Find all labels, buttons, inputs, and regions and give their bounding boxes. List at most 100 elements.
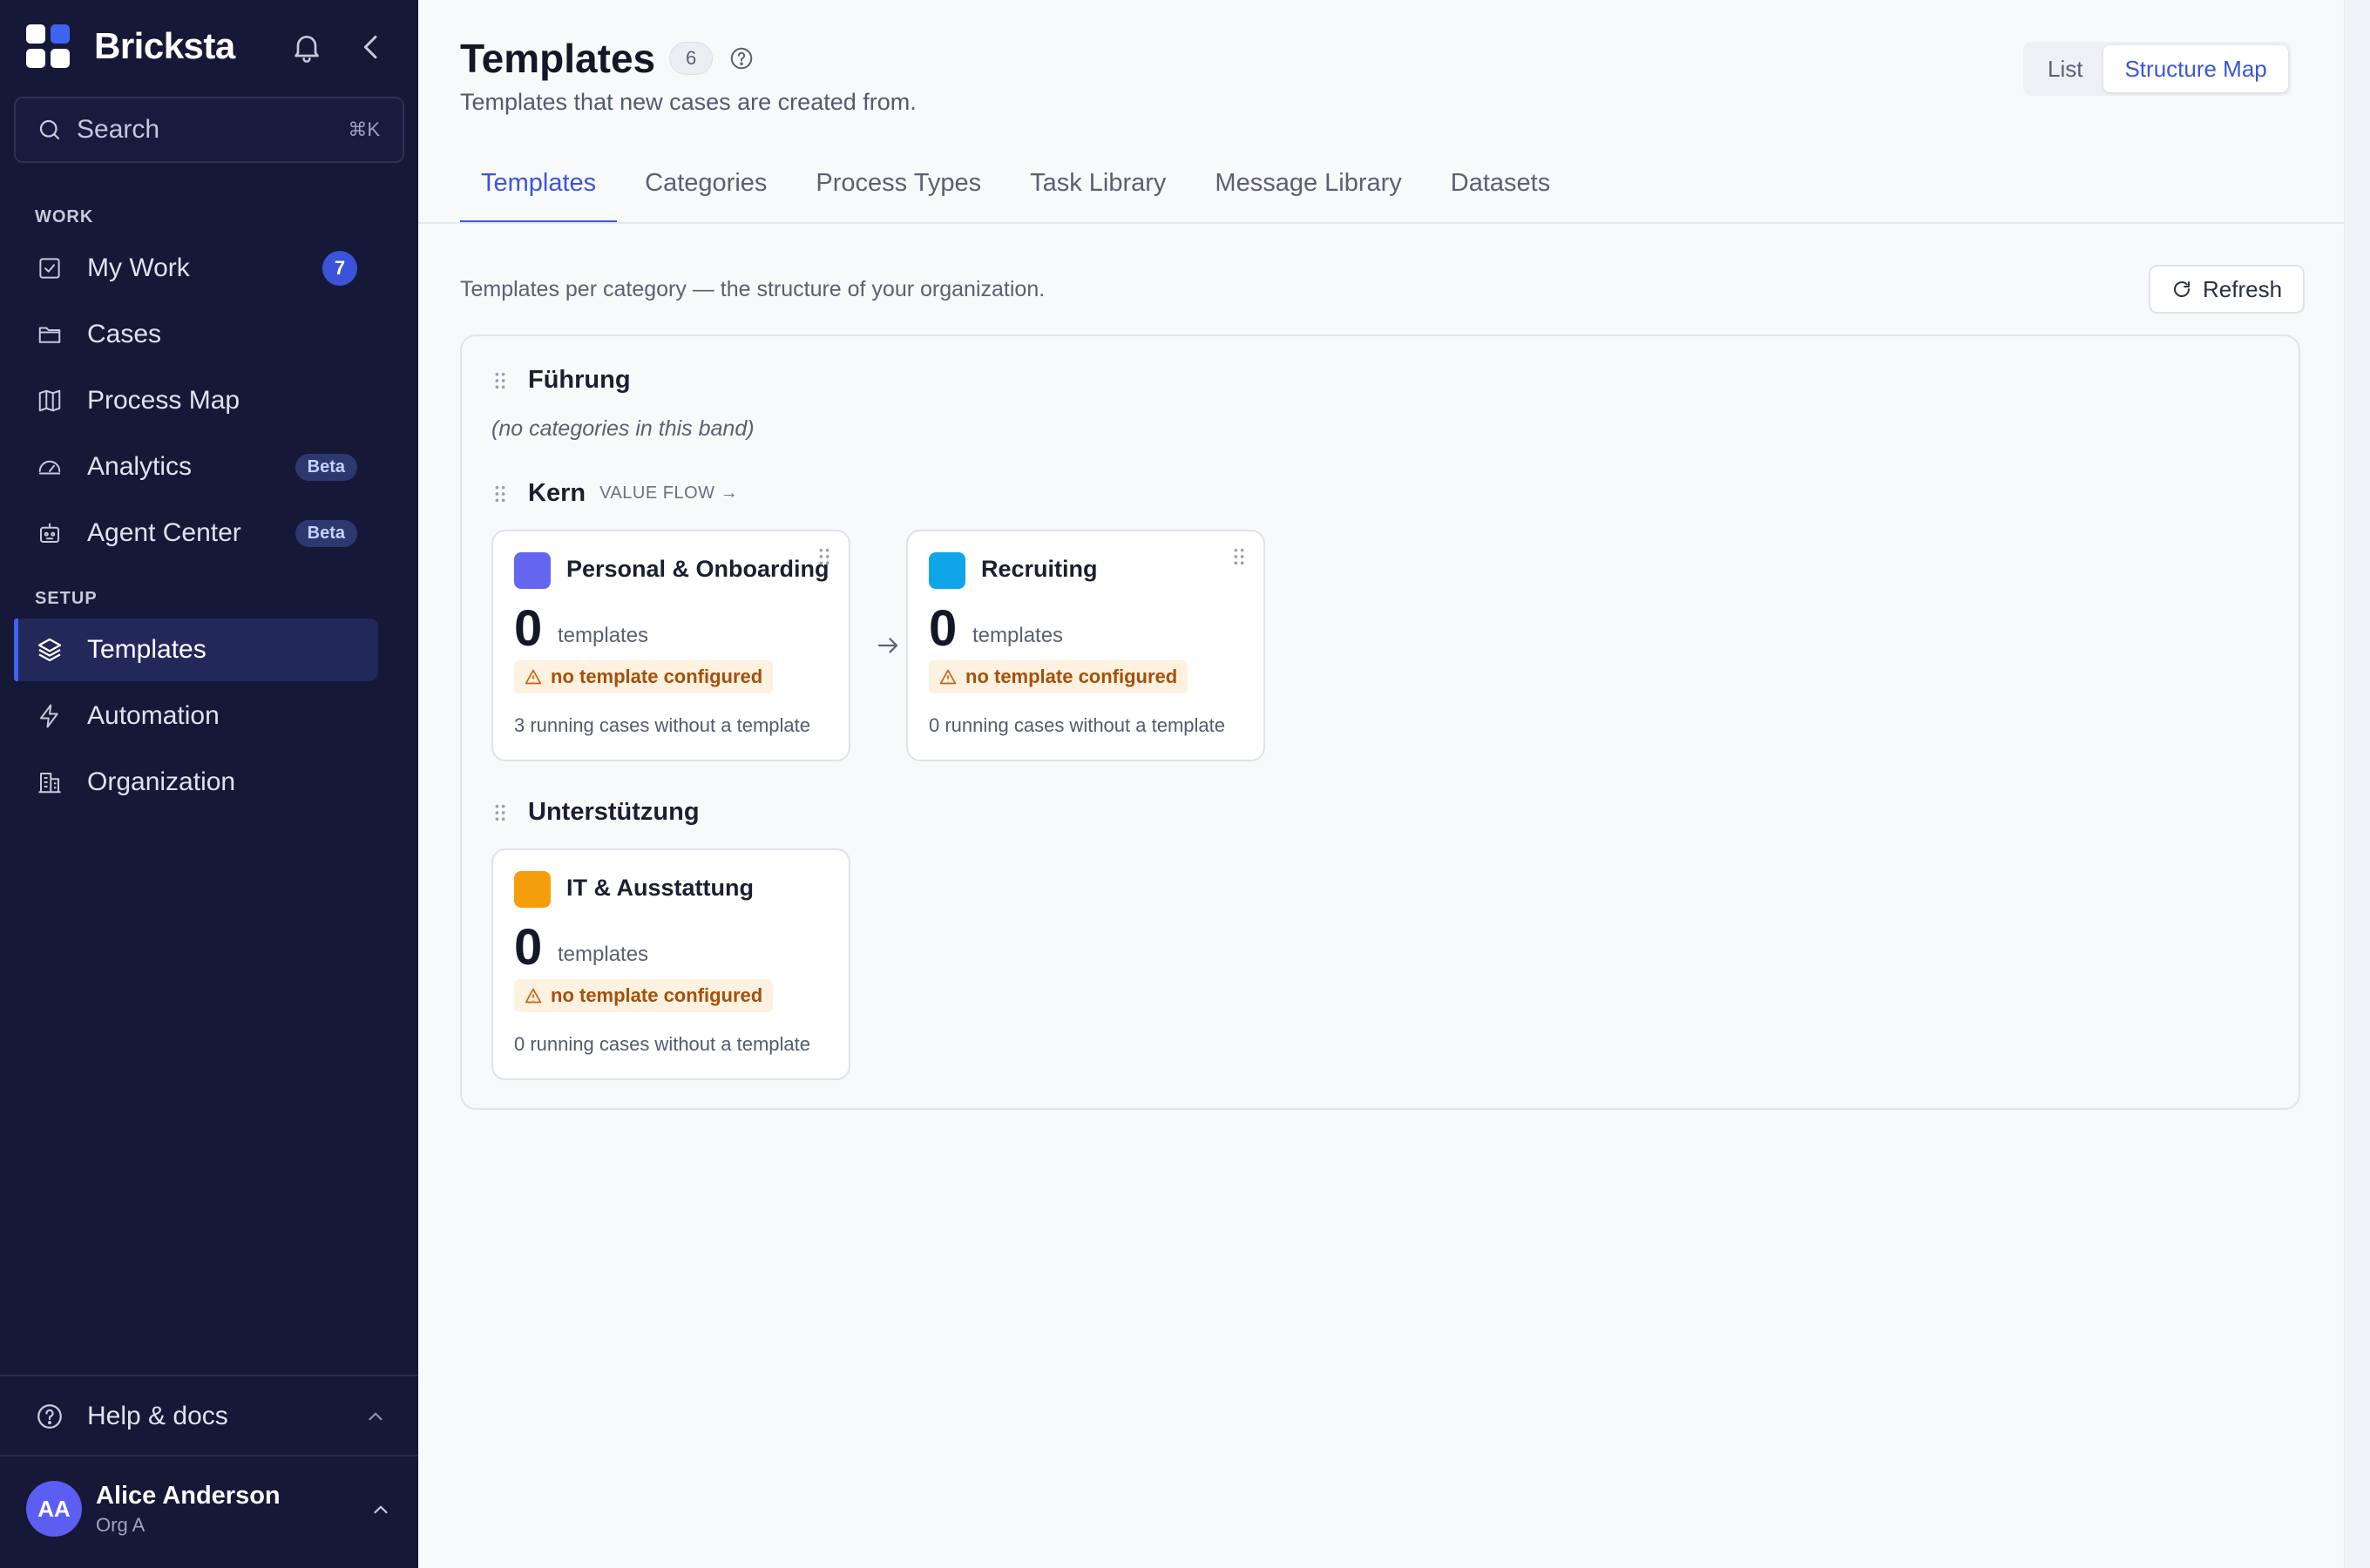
warning-text: no template configured: [551, 984, 763, 1006]
sidebar-item-help-docs[interactable]: Help & docs: [14, 1385, 404, 1448]
band-empty-text: (no categories in this band): [491, 416, 755, 441]
lightning-icon: [35, 701, 64, 731]
main-content: Templates 6 Templates that new cases are…: [418, 0, 2344, 1568]
template-count-unit: templates: [558, 943, 649, 966]
drag-handle-icon[interactable]: [493, 484, 507, 504]
sidebar-item-label: Process Map: [87, 386, 240, 415]
search-box[interactable]: ⌘K: [14, 97, 404, 163]
refresh-label: Refresh: [2203, 275, 2283, 302]
scrollbar-track[interactable]: [2344, 0, 2370, 1568]
warning-text: no template configured: [965, 666, 1178, 687]
running-cases-text: 0 running cases without a template: [514, 1033, 810, 1055]
robot-icon: [35, 518, 64, 548]
templates-count-badge: 6: [669, 42, 714, 75]
category-card-it-ausstattung[interactable]: IT & Ausstattung 0 templates no template…: [491, 848, 850, 1080]
band-header-fuehrung[interactable]: Führung: [493, 366, 631, 395]
running-cases-text: 3 running cases without a template: [514, 714, 810, 736]
view-structure-map-button[interactable]: Structure Map: [2103, 45, 2288, 92]
analytics-beta-badge: Beta: [295, 453, 357, 481]
refresh-button[interactable]: Refresh: [2149, 265, 2306, 314]
sidebar-item-label: My Work: [87, 253, 190, 282]
help-docs-label: Help & docs: [87, 1402, 228, 1430]
drag-handle-icon[interactable]: [1232, 547, 1246, 566]
view-list-button[interactable]: List: [2027, 45, 2103, 92]
search-shortcut: ⌘K: [348, 118, 380, 140]
sidebar-item-cases[interactable]: Cases: [14, 303, 378, 366]
search-input[interactable]: [77, 115, 329, 145]
help-circle-icon[interactable]: [728, 45, 755, 71]
category-card-recruiting[interactable]: Recruiting 0 templates no template confi…: [906, 530, 1265, 761]
page-subtitle: Templates that new cases are created fro…: [460, 89, 917, 115]
category-color-swatch: [929, 552, 965, 589]
sidebar: Bricksta ⌘K WORK My Work 7 Cases Process…: [0, 0, 418, 1568]
template-count-unit: templates: [558, 624, 649, 647]
band-header-kern[interactable]: Kern VALUE FLOW →: [493, 479, 738, 508]
collapse-sidebar-chevron-left-icon[interactable]: [354, 30, 389, 64]
sidebar-item-analytics[interactable]: Analytics Beta: [14, 436, 378, 498]
drag-handle-icon[interactable]: [493, 371, 507, 390]
tab-process-types[interactable]: Process Types: [795, 157, 1002, 223]
tab-task-library[interactable]: Task Library: [1009, 157, 1187, 223]
band-name: Unterstützung: [528, 798, 700, 826]
section-label-work: WORK: [35, 207, 94, 226]
brand-name: Bricksta: [94, 25, 235, 66]
footer-divider: [0, 1375, 418, 1376]
tab-datasets[interactable]: Datasets: [1430, 157, 1571, 223]
warning-triangle-icon: [525, 988, 542, 1004]
category-name: IT & Ausstattung: [566, 875, 754, 901]
sidebar-item-process-map[interactable]: Process Map: [14, 369, 378, 432]
sidebar-item-automation[interactable]: Automation: [14, 685, 378, 747]
structure-map-panel: Führung (no categories in this band) Ker…: [460, 335, 2300, 1110]
no-template-warning: no template configured: [514, 660, 774, 693]
map-icon: [35, 386, 64, 416]
brand[interactable]: Bricksta: [26, 24, 235, 68]
category-name: Personal & Onboarding: [566, 556, 830, 582]
sidebar-item-label: Templates: [87, 635, 207, 664]
avatar: AA: [26, 1481, 82, 1537]
page-title: Templates: [460, 36, 656, 81]
building-icon: [35, 767, 64, 797]
warning-triangle-icon: [939, 669, 957, 685]
user-menu[interactable]: AA Alice Anderson Org A: [26, 1481, 392, 1537]
notifications-bell-icon[interactable]: [289, 30, 324, 64]
running-cases-text: 0 running cases without a template: [929, 714, 1225, 736]
user-org: Org A: [96, 1513, 146, 1536]
sidebar-item-label: Organization: [87, 767, 236, 796]
drag-handle-icon[interactable]: [817, 547, 831, 566]
no-template-warning: no template configured: [514, 979, 774, 1012]
template-count: 0: [929, 600, 958, 657]
sidebar-item-label: Agent Center: [87, 518, 241, 547]
user-name: Alice Anderson: [96, 1481, 281, 1510]
checkbox-icon: [35, 253, 64, 283]
category-color-swatch: [514, 871, 551, 908]
category-name: Recruiting: [981, 556, 1098, 582]
chevron-up-icon: [369, 1412, 383, 1421]
category-card-personal-onboarding[interactable]: Personal & Onboarding 0 templates no tem…: [491, 530, 850, 761]
value-flow-label: VALUE FLOW →: [599, 483, 739, 503]
tab-categories[interactable]: Categories: [624, 157, 788, 223]
sidebar-item-templates[interactable]: Templates: [14, 618, 378, 681]
tab-templates[interactable]: Templates: [460, 157, 618, 223]
sidebar-item-my-work[interactable]: My Work 7: [14, 237, 378, 300]
chevron-up-icon: [374, 1505, 388, 1514]
refresh-icon: [2174, 281, 2190, 297]
sidebar-item-organization[interactable]: Organization: [14, 751, 378, 814]
band-name: Kern: [528, 479, 586, 507]
drag-handle-icon[interactable]: [493, 803, 507, 822]
band-header-unterstuetzung[interactable]: Unterstützung: [493, 798, 700, 827]
tab-message-library[interactable]: Message Library: [1194, 157, 1422, 223]
layers-icon: [35, 635, 64, 665]
arrow-right-icon: [877, 638, 898, 653]
sidebar-item-label: Cases: [87, 320, 162, 348]
page-header: Templates 6: [460, 35, 755, 82]
help-circle-icon: [37, 1404, 62, 1429]
no-template-warning: no template configured: [929, 660, 1188, 693]
footer-divider: [0, 1455, 418, 1456]
my-work-count-badge: 7: [322, 251, 357, 286]
view-toggle: List Structure Map: [2023, 42, 2292, 96]
sidebar-item-agent-center[interactable]: Agent Center Beta: [14, 502, 378, 564]
template-count: 0: [514, 919, 543, 976]
warning-triangle-icon: [525, 669, 542, 685]
sidebar-item-label: Automation: [87, 701, 220, 730]
tabs-divider: [418, 222, 2344, 224]
